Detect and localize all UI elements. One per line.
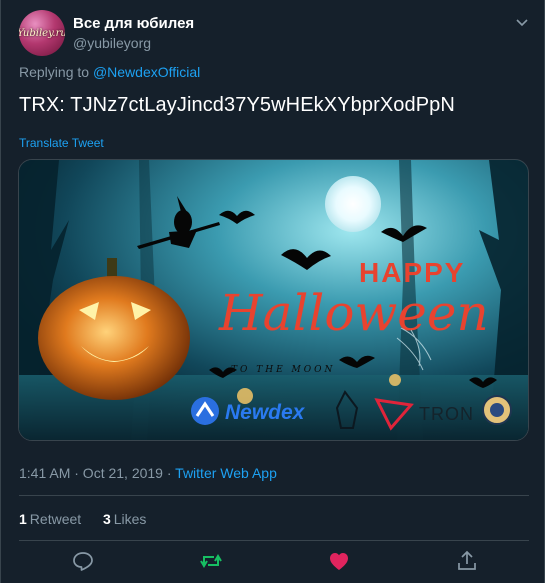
tweet-timestamp: 1:41 AM · Oct 21, 2019 · Twitter Web App <box>19 465 277 481</box>
reply-icon[interactable] <box>71 549 95 573</box>
halloween-banner: HAPPY Halloween TO THE MOON Newdex TRON <box>19 160 528 440</box>
like-icon[interactable] <box>327 549 351 573</box>
likes-stat[interactable]: 3 Likes <box>103 511 146 527</box>
divider <box>19 495 529 496</box>
tweet-stats: 1 Retweet 3 Likes <box>19 511 146 527</box>
retweets-stat[interactable]: 1 Retweet <box>19 511 81 527</box>
likes-count: 3 <box>102 511 111 527</box>
retweet-icon[interactable] <box>199 549 223 573</box>
newdex-logo: Newdex <box>191 397 306 425</box>
tweet-text: TRX: TJNz7ctLayJincd37Y5wHEkXYbprXodPpN <box>19 94 455 116</box>
tweet-panel: Yubiley.ru Все для юбилея @yubileyorg Re… <box>0 0 545 583</box>
newdex-logo-text: Newdex <box>225 401 306 424</box>
user-handle[interactable]: @yubileyorg <box>73 35 151 51</box>
tweet-media-image[interactable]: HAPPY Halloween TO THE MOON Newdex TRON <box>18 159 529 441</box>
avatar[interactable]: Yubiley.ru <box>19 10 65 56</box>
moon <box>325 176 381 232</box>
retweets-count: 1 <box>19 511 27 527</box>
reply-mention-link[interactable]: @NewdexOfficial <box>93 64 200 80</box>
halloween-text: Halloween <box>218 284 489 342</box>
round-emblem-logo <box>482 395 512 425</box>
translate-tweet-link[interactable]: Translate Tweet <box>19 136 104 150</box>
time-date[interactable]: 1:41 AM · Oct 21, 2019 · <box>19 465 175 481</box>
likes-label: Likes <box>113 511 147 527</box>
retweets-label: Retweet <box>29 511 82 527</box>
source-app-link[interactable]: Twitter Web App <box>175 465 277 481</box>
tweet-header: Yubiley.ru Все для юбилея @yubileyorg <box>19 10 530 58</box>
replying-prefix: Replying to <box>19 64 93 80</box>
avatar-logo-text: Yubiley.ru <box>19 27 65 39</box>
chevron-down-icon[interactable] <box>514 14 530 30</box>
divider <box>19 540 529 541</box>
share-icon[interactable] <box>455 549 479 573</box>
replying-to: Replying to @NewdexOfficial <box>19 64 200 80</box>
tweet-actions <box>1 549 544 575</box>
user-display-name[interactable]: Все для юбилея <box>73 15 194 32</box>
tron-logo-text: TRON <box>419 404 474 424</box>
to-the-moon-text: TO THE MOON <box>231 365 335 375</box>
